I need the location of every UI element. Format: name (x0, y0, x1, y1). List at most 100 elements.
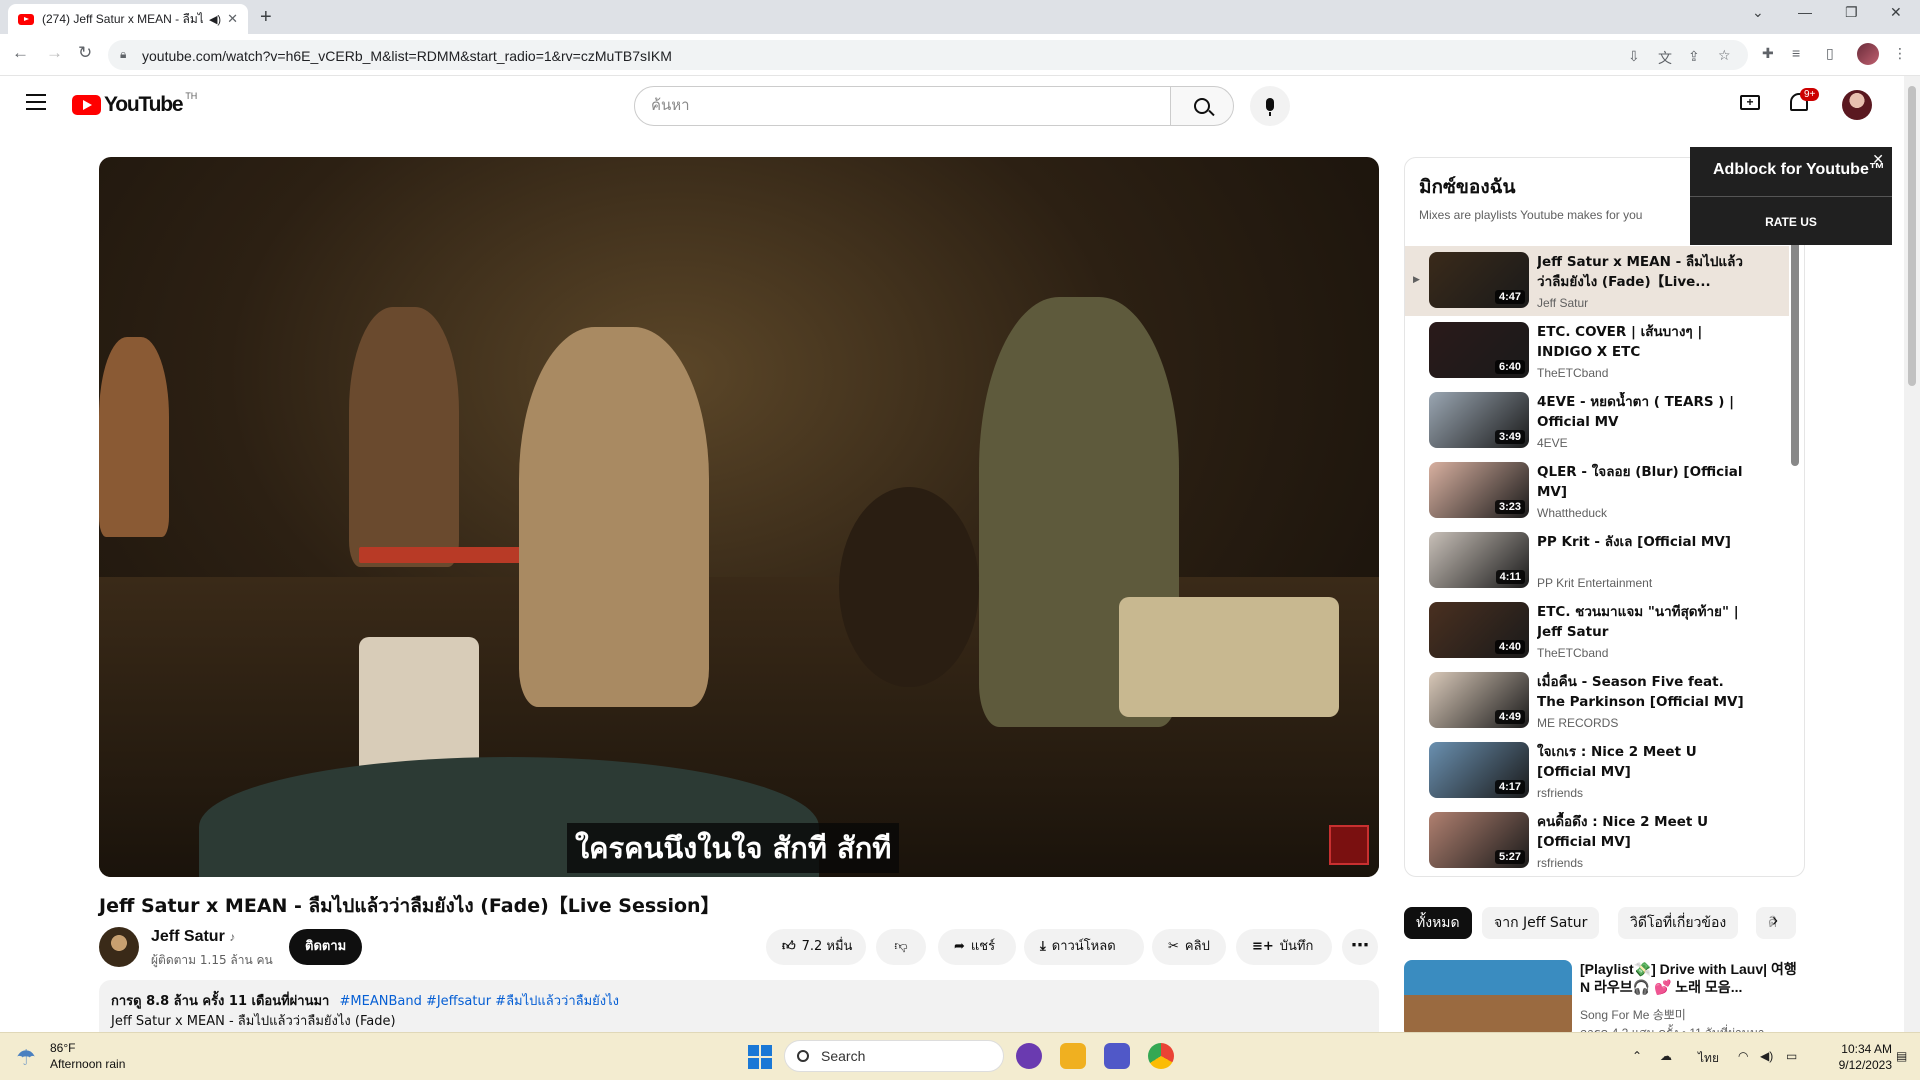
tab-search-icon[interactable]: ⌄ (1752, 4, 1764, 21)
maximize-button[interactable]: ❐ (1845, 4, 1858, 21)
chip-from-channel[interactable]: จาก Jeff Satur (1482, 907, 1600, 939)
github-desktop-icon[interactable] (1016, 1043, 1042, 1069)
tab-close-icon[interactable]: ✕ (227, 11, 238, 27)
battery-icon[interactable]: ▭ (1786, 1049, 1797, 1063)
playlist-item-channel[interactable]: 4EVE (1537, 436, 1568, 450)
youtube-logo[interactable]: YouTube TH (72, 91, 197, 117)
install-app-icon[interactable]: ⇩ (1628, 48, 1640, 65)
playlist-item[interactable]: Jeff Satur - ลืมไปแล้วว่าลืมยังไง (1405, 876, 1789, 877)
playlist-item[interactable]: 4:49 เมื่อคืน - Season Five feat. The Par… (1405, 666, 1789, 736)
playlist-thumbnail[interactable]: 3:49 (1429, 392, 1529, 448)
recommended-channel[interactable]: Song For Me 송뽀미 (1580, 1006, 1686, 1023)
playlist-thumbnail[interactable]: 4:17 (1429, 742, 1529, 798)
playlist-item-title[interactable]: 4EVE - หยดน้ำตา ( TEARS ) | Official MV (1537, 392, 1747, 432)
playlist-thumbnail[interactable]: 3:23 (1429, 462, 1529, 518)
browser-tab-active[interactable]: (274) Jeff Satur x MEAN - ลืมไ ◀) ✕ (8, 4, 248, 34)
volume-icon[interactable]: ◀) (1760, 1049, 1773, 1063)
playlist-item[interactable]: 5:27 คนดื้อดึง : Nice 2 Meet U [Official … (1405, 806, 1789, 876)
recommended-title[interactable]: [Playlist💸] Drive with Lauv| 여행 N 라우브🎧 💕… (1580, 960, 1800, 996)
share-button[interactable]: ➦ แชร์ (938, 929, 1016, 965)
channel-avatar[interactable] (99, 927, 139, 967)
chevron-right-icon[interactable]: › (1772, 910, 1778, 931)
playlist-item-channel[interactable]: rsfriends (1537, 856, 1583, 870)
teams-icon[interactable] (1104, 1043, 1130, 1069)
back-arrow-icon[interactable]: ← (12, 43, 29, 63)
playlist-item[interactable]: 4:11 PP Krit - ลังเล [Official MV] PP Krit… (1405, 526, 1789, 596)
lock-icon[interactable]: 🔒︎ (120, 47, 126, 62)
media-control-icon[interactable]: ≡ (1792, 45, 1800, 61)
playlist-item-title[interactable]: PP Krit - ลังเล [Official MV] (1537, 532, 1747, 552)
playlist-item-title[interactable]: ใจเกเร : Nice 2 Meet U [Official MV] (1537, 742, 1747, 782)
playlist-item-title[interactable]: ETC. COVER | เส้นบางๆ | INDIGO X ETC (1537, 322, 1747, 362)
recommended-video[interactable]: [Playlist💸] Drive with Lauv| 여행 N 라우브🎧 💕… (1404, 958, 1804, 1038)
playlist-thumbnail[interactable]: 4:49 (1429, 672, 1529, 728)
playlist-item-channel[interactable]: TheETCband (1537, 646, 1608, 660)
playlist-item[interactable]: 3:49 4EVE - หยดน้ำตา ( TEARS ) | Official… (1405, 386, 1789, 456)
share-page-icon[interactable]: ⇪ (1688, 48, 1700, 65)
description-box[interactable]: การดู 8.8 ล้าน ครั้ง 11 เดือนที่ผ่านมา #… (99, 980, 1379, 1040)
playlist-item-channel[interactable]: PP Krit Entertainment (1537, 576, 1652, 590)
rate-us-button[interactable]: RATE US (1690, 215, 1892, 229)
video-player[interactable]: ใครคนนึงในใจ สักที สักที (99, 157, 1379, 877)
page-scrollbar[interactable] (1904, 76, 1920, 1032)
voice-search-button[interactable] (1250, 86, 1290, 126)
playlist-item[interactable]: ▶ 4:47 Jeff Satur x MEAN - ลืมไปแล้วว่าลืม… (1405, 246, 1789, 316)
playlist-thumbnail[interactable]: 4:11 (1429, 532, 1529, 588)
account-avatar[interactable] (1842, 90, 1872, 120)
search-button[interactable] (1170, 86, 1234, 126)
playlist-item[interactable]: 3:23 QLER - ใจลอย (Blur) [Official MV] Wha… (1405, 456, 1789, 526)
dislike-button[interactable]: 👎︎ (876, 929, 926, 965)
notification-center-icon[interactable]: ▤ (1896, 1049, 1907, 1063)
chip-related[interactable]: วิดีโอที่เกี่ยวข้อง (1618, 907, 1739, 939)
chrome-taskbar-icon[interactable] (1148, 1043, 1174, 1069)
bookmark-star-icon[interactable]: ☆ (1718, 47, 1731, 64)
playlist-item[interactable]: 4:17 ใจเกเร : Nice 2 Meet U [Official MV]… (1405, 736, 1789, 806)
windows-start-icon[interactable] (748, 1045, 772, 1069)
close-window-button[interactable]: ✕ (1890, 4, 1902, 21)
new-tab-button[interactable]: + (260, 6, 272, 29)
onedrive-icon[interactable]: ☁ (1660, 1049, 1672, 1063)
close-icon[interactable]: ✕ (1872, 151, 1884, 168)
search-input[interactable]: ค้นหา (634, 86, 1171, 126)
audio-playing-icon[interactable]: ◀) (209, 13, 221, 26)
playlist-item-channel[interactable]: rsfriends (1537, 786, 1583, 800)
clip-button[interactable]: ✂ คลิป (1152, 929, 1226, 965)
playlist-item-title[interactable]: คนดื้อดึง : Nice 2 Meet U [Official MV] (1537, 812, 1747, 852)
playlist-item-channel[interactable]: TheETCband (1537, 366, 1608, 380)
playlist-item[interactable]: 4:40 ETC. ชวนมาแจม "นาทีสุดท้าย" | Jeff S… (1405, 596, 1789, 666)
reload-icon[interactable]: ↻ (78, 43, 92, 63)
taskbar-search[interactable]: Search (784, 1040, 1004, 1072)
playlist-item-title[interactable]: Jeff Satur x MEAN - ลืมไปแล้วว่าลืมยังไง… (1537, 252, 1747, 292)
playlist-thumbnail[interactable]: 6:40 (1429, 322, 1529, 378)
translate-icon[interactable]: 文 (1658, 48, 1672, 68)
page-scrollbar-thumb[interactable] (1908, 86, 1916, 386)
playlist-item-channel[interactable]: Whattheduck (1537, 506, 1607, 520)
minimize-button[interactable]: — (1798, 4, 1812, 20)
channel-watermark[interactable] (1329, 825, 1369, 865)
input-language[interactable]: ไทย (1698, 1049, 1719, 1068)
hashtags[interactable]: #MEANBand #Jeffsatur #ลืมไปแล้วว่าลืมยัง… (340, 994, 620, 1009)
file-explorer-icon[interactable] (1060, 1043, 1086, 1069)
browser-profile-avatar[interactable] (1857, 43, 1879, 65)
chrome-menu-icon[interactable]: ⋮ (1893, 45, 1907, 62)
extensions-icon[interactable]: ✚ (1762, 45, 1774, 62)
playlist-item-title[interactable]: QLER - ใจลอย (Blur) [Official MV] (1537, 462, 1747, 502)
playlist-item-channel[interactable]: ME RECORDS (1537, 716, 1618, 730)
playlist-item-channel[interactable]: Jeff Satur (1537, 296, 1588, 310)
system-clock[interactable]: 10:34 AM 9/12/2023 (1822, 1041, 1892, 1073)
tray-overflow-icon[interactable]: ⌃ (1632, 1049, 1642, 1063)
guide-menu-icon[interactable] (26, 94, 46, 110)
playlist-item[interactable]: 6:40 ETC. COVER | เส้นบางๆ | INDIGO X ETC… (1405, 316, 1789, 386)
chip-all[interactable]: ทั้งหมด (1404, 907, 1472, 939)
recommended-thumbnail[interactable] (1404, 960, 1572, 1038)
channel-name[interactable]: Jeff Satur ♪ (151, 928, 235, 946)
playlist-scrollbar[interactable] (1791, 240, 1799, 466)
create-video-icon[interactable]: + (1740, 95, 1760, 110)
playlist-thumbnail[interactable]: 5:27 (1429, 812, 1529, 868)
wifi-icon[interactable]: ◠ (1738, 1049, 1748, 1063)
save-button[interactable]: ≡+ บันทึก (1236, 929, 1332, 965)
address-bar[interactable]: 🔒︎ youtube.com/watch?v=h6E_vCERb_M&list=… (108, 40, 1748, 70)
forward-arrow-icon[interactable]: → (46, 43, 63, 63)
more-actions-icon[interactable]: ⋯ (1342, 929, 1378, 965)
playlist-item-title[interactable]: ETC. ชวนมาแจม "นาทีสุดท้าย" | Jeff Satur (1537, 602, 1747, 642)
